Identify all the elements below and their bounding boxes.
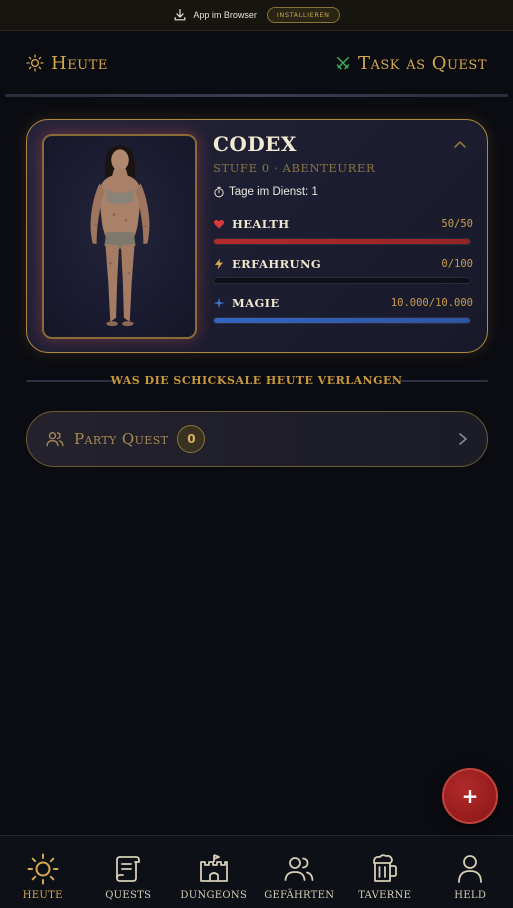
hero-name: CODEX xyxy=(213,132,297,156)
today-heading: Heute xyxy=(26,53,108,74)
hero-level: STUFE 0 · ABENTEURER xyxy=(213,161,376,175)
hero-portrait[interactable] xyxy=(42,134,197,339)
nav-item-dungeons[interactable]: DUNGEONS xyxy=(171,836,256,908)
sun-icon xyxy=(27,853,59,885)
nav-item-taverne[interactable]: TAVERNE xyxy=(342,836,427,908)
bottom-navigation: HEUTE QUESTS DUNGEONS GEFÄHRTEN TAVERNE … xyxy=(0,835,513,908)
install-banner: App im Browser INSTALLIEREN xyxy=(0,0,513,31)
nav-label: HEUTE xyxy=(22,890,63,901)
health-bar xyxy=(213,238,471,245)
stat-experience: ERFAHRUNG 0/100 xyxy=(213,256,473,272)
stopwatch-icon xyxy=(214,186,224,198)
nav-label: TAVERNE xyxy=(358,890,412,901)
stat-label: ERFAHRUNG xyxy=(232,257,322,271)
header-divider xyxy=(5,94,508,97)
heart-icon xyxy=(213,219,225,229)
section-divider-right xyxy=(400,380,488,382)
castle-icon xyxy=(199,854,228,882)
beer-mug-icon xyxy=(372,854,397,882)
stat-value: 50/50 xyxy=(441,218,473,230)
page-header: Heute Task as Quest xyxy=(0,31,513,95)
crossed-swords-icon xyxy=(336,56,350,70)
stat-value: 10.000/10.000 xyxy=(390,297,473,309)
page-title: Heute xyxy=(51,52,108,74)
experience-bar xyxy=(213,277,471,284)
nav-item-quests[interactable]: QUESTS xyxy=(86,836,171,908)
hero-figure-image xyxy=(44,136,195,337)
user-icon xyxy=(458,855,483,883)
nav-label: HELD xyxy=(454,890,487,901)
chevron-right-icon xyxy=(459,433,467,445)
health-bar-fill xyxy=(214,239,470,244)
install-text: App im Browser xyxy=(193,10,257,20)
chevron-up-icon[interactable] xyxy=(452,138,468,150)
users-icon xyxy=(284,857,314,881)
nav-label: QUESTS xyxy=(105,890,152,901)
add-quest-button[interactable]: + xyxy=(442,768,498,824)
app-brand: Task as Quest xyxy=(335,53,487,74)
stat-label: HEALTH xyxy=(232,217,290,231)
days-in-service: Tage im Dienst: 1 xyxy=(213,186,318,198)
days-label: Tage im Dienst: 1 xyxy=(229,186,318,198)
app-title: Task as Quest xyxy=(357,52,487,74)
download-icon xyxy=(174,9,186,21)
magic-bar-fill xyxy=(214,318,470,323)
lightning-icon xyxy=(215,258,223,270)
stat-magic: MAGIE 10.000/10.000 xyxy=(213,295,473,311)
nav-label: DUNGEONS xyxy=(180,890,248,901)
party-quest-count: 0 xyxy=(177,425,206,453)
nav-item-heute[interactable]: HEUTE xyxy=(0,836,85,908)
stat-label: MAGIE xyxy=(232,296,280,310)
hero-card: CODEX STUFE 0 · ABENTEURER Tage im Diens… xyxy=(26,119,488,353)
install-button[interactable]: INSTALLIEREN xyxy=(266,7,340,23)
magic-bar xyxy=(213,317,471,324)
party-quest-label: Party Quest xyxy=(74,430,169,448)
stat-health: HEALTH 50/50 xyxy=(213,216,473,232)
party-quest-button[interactable]: Party Quest 0 xyxy=(26,411,488,467)
sparkle-icon xyxy=(213,297,225,309)
users-icon xyxy=(46,432,64,447)
nav-label: GEFÄHRTEN xyxy=(264,890,335,901)
scroll-icon xyxy=(116,856,141,882)
sun-icon xyxy=(26,54,44,72)
stat-value: 0/100 xyxy=(441,258,473,270)
nav-item-gefaehrten[interactable]: GEFÄHRTEN xyxy=(257,836,342,908)
nav-item-held[interactable]: HELD xyxy=(428,836,513,908)
